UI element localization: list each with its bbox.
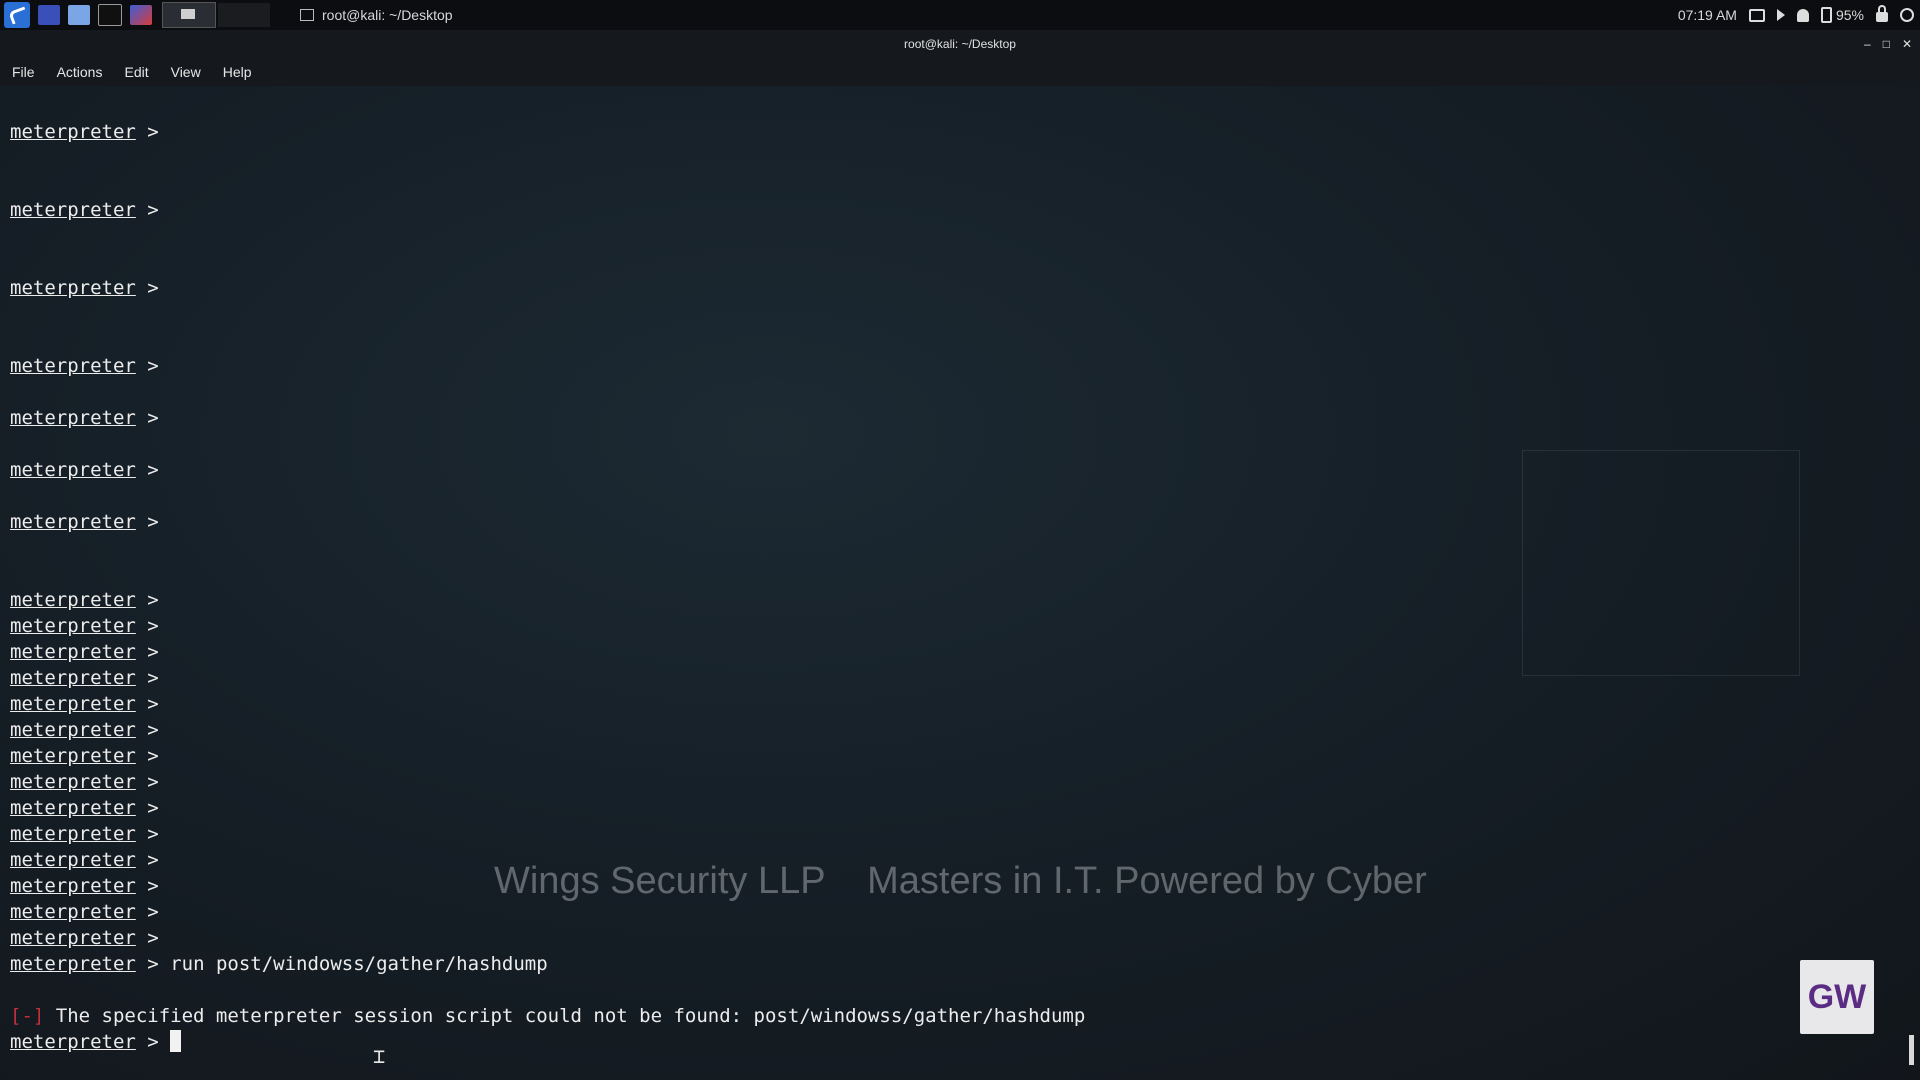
menu-view[interactable]: View	[171, 64, 201, 80]
error-line: [-] The specified meterpreter session sc…	[10, 1004, 1085, 1028]
menu-bar: File Actions Edit View Help	[0, 58, 1920, 86]
desktop-icon[interactable]	[38, 5, 60, 25]
menu-actions[interactable]: Actions	[57, 64, 103, 80]
taskbar: root@kali: ~/Desktop 07:19 AM 95%	[0, 0, 1920, 30]
prompt-line: meterpreter >	[10, 719, 159, 741]
prompt-line: meterpreter >	[10, 849, 159, 871]
display-icon[interactable]	[1748, 8, 1765, 22]
prompt-line: meterpreter >	[10, 901, 159, 923]
menu-help[interactable]: Help	[223, 64, 252, 80]
command-line: meterpreter > run post/windowss/gather/h…	[10, 953, 548, 975]
prompt-line: meterpreter >	[10, 667, 159, 689]
window-title: root@kali: ~/Desktop	[904, 37, 1016, 51]
terminal-output[interactable]: meterpreter > meterpreter > meterpreter …	[0, 86, 1920, 1080]
prompt-line: meterpreter >	[10, 355, 159, 377]
prompt-line: meterpreter >	[10, 407, 159, 429]
prompt-line: meterpreter >	[10, 927, 159, 949]
prompt-line: meterpreter >	[10, 589, 159, 611]
prompt-line: meterpreter >	[10, 459, 159, 481]
text-cursor	[170, 1030, 182, 1052]
prompt-line: meterpreter >	[10, 771, 159, 793]
window-titlebar: root@kali: ~/Desktop – □ ✕	[0, 30, 1920, 58]
channel-logo: GW	[1800, 960, 1874, 1034]
kali-menu-icon[interactable]	[4, 2, 30, 28]
scrollbar[interactable]	[1909, 1035, 1914, 1065]
taskbar-window-item[interactable]: root@kali: ~/Desktop	[300, 7, 453, 23]
background-decoration	[1522, 450, 1800, 676]
close-button[interactable]: ✕	[1902, 30, 1912, 58]
maximize-button[interactable]: □	[1883, 30, 1890, 58]
command-text: run post/windowss/gather/hashdump	[170, 953, 548, 975]
file-manager-icon[interactable]	[68, 5, 90, 25]
battery-level: 95%	[1835, 7, 1864, 23]
error-tag: [-]	[10, 1005, 45, 1027]
battery-indicator[interactable]: 95%	[1820, 7, 1864, 23]
terminal-launcher-icon[interactable]	[98, 4, 122, 26]
workspace-1[interactable]	[162, 2, 216, 28]
mouse-ibeam-cursor: ⌶	[373, 1044, 386, 1068]
menu-edit[interactable]: Edit	[124, 64, 148, 80]
window-icon	[300, 9, 314, 21]
power-icon[interactable]	[1900, 8, 1914, 22]
menu-file[interactable]: File	[12, 64, 35, 80]
prompt-line: meterpreter >	[10, 641, 159, 663]
error-message: The specified meterpreter session script…	[55, 1005, 1086, 1027]
volume-icon[interactable]	[1776, 9, 1785, 21]
active-prompt-line[interactable]: meterpreter >	[10, 1030, 182, 1054]
minimize-button[interactable]: –	[1864, 30, 1871, 58]
prompt-line: meterpreter >	[10, 277, 159, 299]
workspace-2[interactable]	[218, 3, 270, 27]
prompt-line: meterpreter >	[10, 615, 159, 637]
prompt-line: meterpreter >	[10, 823, 159, 845]
battery-icon	[1820, 7, 1832, 23]
lock-icon[interactable]	[1876, 5, 1888, 22]
prompt-line: meterpreter >	[10, 745, 159, 767]
prompt-line: meterpreter >	[10, 199, 159, 221]
browser-icon[interactable]	[130, 5, 152, 25]
taskbar-window-title: root@kali: ~/Desktop	[322, 7, 453, 23]
video-watermark: Wings Security LLP Masters in I.T. Power…	[494, 860, 1427, 902]
prompt-line: meterpreter >	[10, 693, 159, 715]
prompt-line: meterpreter >	[10, 511, 159, 533]
notification-bell-icon[interactable]	[1796, 8, 1809, 22]
clock[interactable]: 07:19 AM	[1678, 7, 1737, 23]
prompt-line: meterpreter >	[10, 875, 159, 897]
prompt-line: meterpreter >	[10, 797, 159, 819]
prompt-line: meterpreter >	[10, 121, 159, 143]
